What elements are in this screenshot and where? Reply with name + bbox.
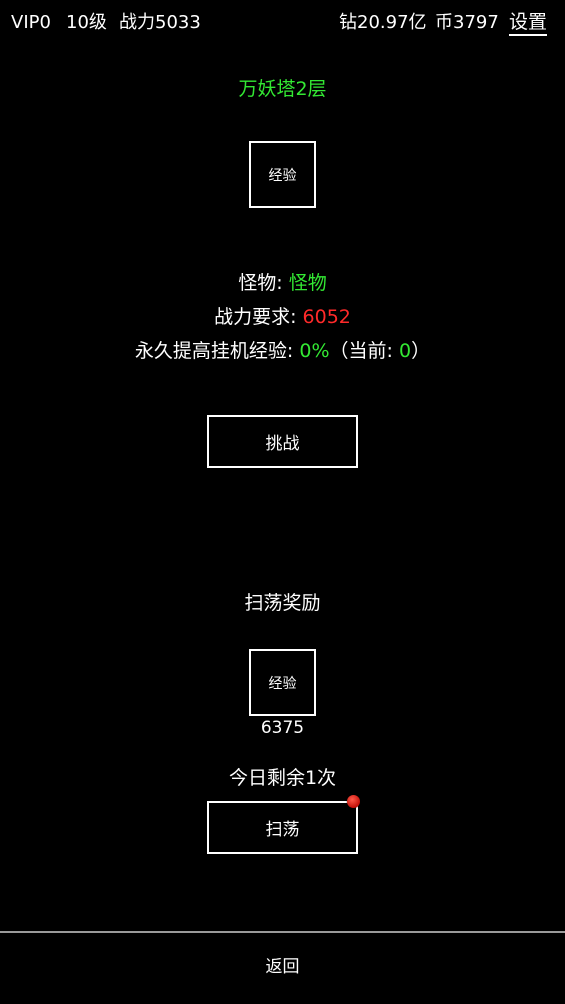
monster-name: 怪物 [288,272,327,294]
footer-divider [0,931,565,933]
power-requirement-label: 战力要求: [214,306,297,328]
idle-exp-bonus-label: 永久提高挂机经验: [134,340,294,362]
diamond-balance: 钻20.97亿 [339,12,427,33]
monster-info: 怪物: 怪物 [0,271,565,295]
player-level: 10级 [66,12,107,33]
idle-exp-bonus-value: 0% [299,340,330,362]
challenge-button[interactable]: 挑战 [207,415,358,468]
sweep-reward-item-label: 经验 [268,675,297,692]
top-status-bar: VIP0 10级 战力5033 钻20.97亿 币3797 设置 [0,0,565,44]
tower-floor-title: 万妖塔2层 [238,78,327,100]
current-bonus-value: 0 [398,340,412,362]
settings-button[interactable]: 设置 [509,11,548,36]
power-requirement: 战力要求: 6052 [0,305,565,329]
sweep-button[interactable]: 扫荡 [207,801,358,854]
sweep-reward-item[interactable]: 经验 [249,649,316,716]
current-bonus-close: ） [411,340,431,362]
back-button[interactable]: 返回 [0,955,565,979]
notification-dot-icon [347,795,360,808]
coin-balance: 币3797 [435,12,499,33]
power-requirement-value: 6052 [302,306,351,328]
stage-reward-item[interactable]: 经验 [249,141,316,208]
current-bonus-open: （当前: [329,340,393,362]
sweep-reward-amount: 6375 [260,718,305,738]
monster-label: 怪物: [238,272,283,294]
sweep-reward-title: 扫荡奖励 [244,592,321,614]
vip-level: VIP0 [11,12,51,33]
player-power: 战力5033 [119,12,201,33]
stage-reward-item-label: 经验 [268,167,297,184]
idle-exp-bonus: 永久提高挂机经验: 0%（当前: 0） [0,339,565,363]
sweep-remaining-count: 今日剩余1次 [228,767,337,789]
